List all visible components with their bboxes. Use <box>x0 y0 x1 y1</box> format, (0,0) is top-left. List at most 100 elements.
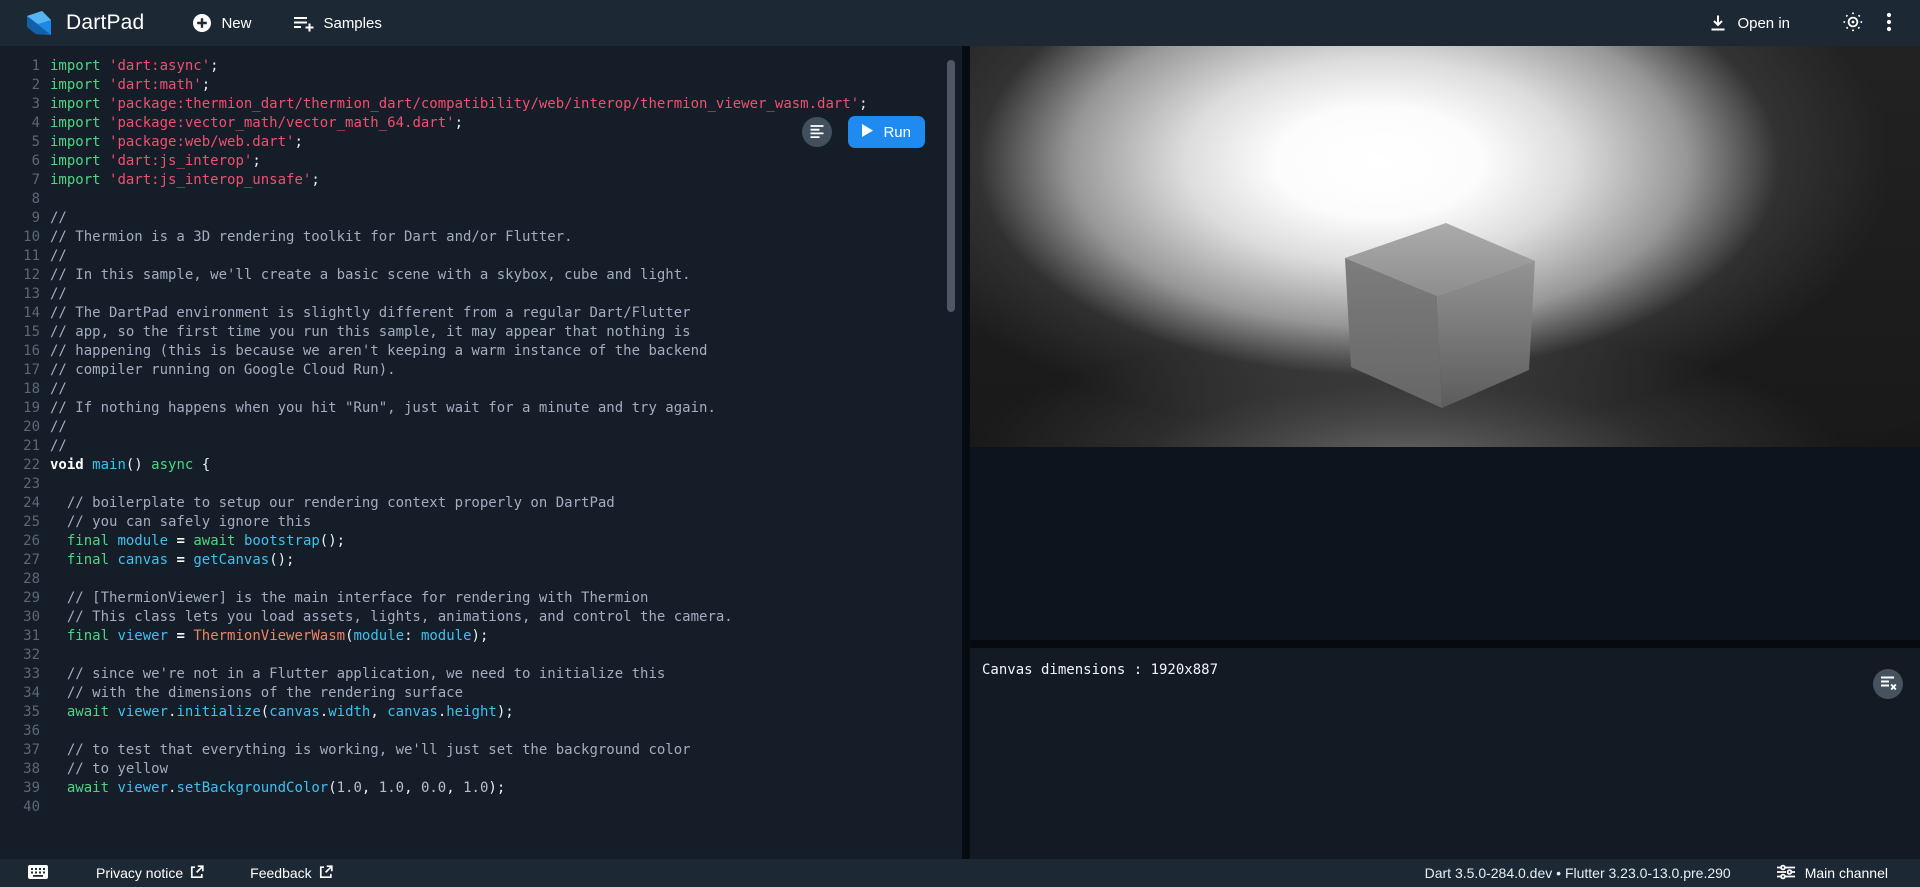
line-number: 28 <box>0 570 50 589</box>
main-area: 1import 'dart:async';2import 'dart:math'… <box>0 46 1920 859</box>
format-button[interactable] <box>802 117 832 147</box>
line-number: 2 <box>0 76 50 95</box>
code-line[interactable]: 2import 'dart:math'; <box>0 76 962 95</box>
app-title: DartPad <box>66 11 144 35</box>
console-panel[interactable]: Canvas dimensions : 1920x887 <box>970 648 1920 859</box>
code-line[interactable]: 11// <box>0 247 962 266</box>
new-button-label: New <box>221 15 251 32</box>
channel-label: Main channel <box>1805 865 1888 881</box>
keyboard-shortcuts-button[interactable] <box>28 865 48 882</box>
code-lines: 1import 'dart:async';2import 'dart:math'… <box>0 46 962 817</box>
code-line[interactable]: 28 <box>0 570 962 589</box>
code-line[interactable]: 33 // since we're not in a Flutter appli… <box>0 665 962 684</box>
line-number: 10 <box>0 228 50 247</box>
code-line[interactable]: 31 final viewer = ThermionViewerWasm(mod… <box>0 627 962 646</box>
samples-button[interactable]: Samples <box>283 8 391 38</box>
line-number: 8 <box>0 190 50 209</box>
overflow-menu-button[interactable] <box>1880 6 1898 41</box>
line-number: 32 <box>0 646 50 665</box>
line-number: 31 <box>0 627 50 646</box>
line-number: 5 <box>0 133 50 152</box>
line-number: 15 <box>0 323 50 342</box>
code-line[interactable]: 35 await viewer.initialize(canvas.width,… <box>0 703 962 722</box>
code-line[interactable]: 30 // This class lets you load assets, l… <box>0 608 962 627</box>
feedback-link[interactable]: Feedback <box>244 864 338 883</box>
add-circle-icon <box>192 13 212 33</box>
line-number: 20 <box>0 418 50 437</box>
code-line[interactable]: 14// The DartPad environment is slightly… <box>0 304 962 323</box>
code-line[interactable]: 9// <box>0 209 962 228</box>
code-line[interactable]: 36 <box>0 722 962 741</box>
line-number: 3 <box>0 95 50 114</box>
code-line[interactable]: 22void main() async { <box>0 456 962 475</box>
code-editor-pane[interactable]: 1import 'dart:async';2import 'dart:math'… <box>0 46 962 859</box>
line-number: 29 <box>0 589 50 608</box>
samples-button-label: Samples <box>323 15 381 32</box>
app-header: DartPad New Samples <box>0 0 1920 46</box>
output-background <box>970 447 1920 640</box>
line-number: 12 <box>0 266 50 285</box>
clear-console-icon <box>1880 675 1897 694</box>
code-line[interactable]: 24 // boilerplate to setup our rendering… <box>0 494 962 513</box>
playlist-add-icon <box>293 14 314 32</box>
new-button[interactable]: New <box>182 7 261 39</box>
line-number: 40 <box>0 798 50 817</box>
code-line[interactable]: 25 // you can safely ignore this <box>0 513 962 532</box>
code-line[interactable]: 18// <box>0 380 962 399</box>
line-number: 39 <box>0 779 50 798</box>
run-button-label: Run <box>883 124 911 141</box>
format-align-icon <box>809 123 825 142</box>
code-line[interactable]: 32 <box>0 646 962 665</box>
vertical-pane-splitter[interactable] <box>962 46 970 859</box>
code-line[interactable]: 19// If nothing happens when you hit "Ru… <box>0 399 962 418</box>
console-splitter[interactable] <box>970 640 1920 648</box>
code-line[interactable]: 13// <box>0 285 962 304</box>
code-line[interactable]: 20// <box>0 418 962 437</box>
tune-sliders-icon <box>1777 864 1795 883</box>
line-number: 17 <box>0 361 50 380</box>
line-number: 4 <box>0 114 50 133</box>
code-line[interactable]: 12// In this sample, we'll create a basi… <box>0 266 962 285</box>
code-line[interactable]: 38 // to yellow <box>0 760 962 779</box>
line-number: 16 <box>0 342 50 361</box>
line-number: 35 <box>0 703 50 722</box>
line-number: 37 <box>0 741 50 760</box>
line-number: 24 <box>0 494 50 513</box>
line-number: 11 <box>0 247 50 266</box>
code-line[interactable]: 27 final canvas = getCanvas(); <box>0 551 962 570</box>
code-line[interactable]: 34 // with the dimensions of the renderi… <box>0 684 962 703</box>
code-line[interactable]: 3import 'package:thermion_dart/thermion_… <box>0 95 962 114</box>
code-line[interactable]: 39 await viewer.setBackgroundColor(1.0, … <box>0 779 962 798</box>
console-output: Canvas dimensions : 1920x887 <box>982 662 1908 678</box>
code-line[interactable]: 1import 'dart:async'; <box>0 57 962 76</box>
privacy-notice-label: Privacy notice <box>96 865 183 881</box>
code-line[interactable]: 40 <box>0 798 962 817</box>
code-line[interactable]: 7import 'dart:js_interop_unsafe'; <box>0 171 962 190</box>
code-line[interactable]: 15// app, so the first time you run this… <box>0 323 962 342</box>
code-line[interactable]: 26 final module = await bootstrap(); <box>0 532 962 551</box>
brightness-sun-icon <box>1842 11 1864 36</box>
line-number: 25 <box>0 513 50 532</box>
privacy-notice-link[interactable]: Privacy notice <box>90 864 210 883</box>
code-line[interactable]: 8 <box>0 190 962 209</box>
open-in-button[interactable]: Open in <box>1698 7 1800 39</box>
code-line[interactable]: 10// Thermion is a 3D rendering toolkit … <box>0 228 962 247</box>
channel-selector-button[interactable]: Main channel <box>1771 863 1894 884</box>
code-line[interactable]: 17// compiler running on Google Cloud Ru… <box>0 361 962 380</box>
clear-console-button[interactable] <box>1873 669 1903 699</box>
editor-scrollbar-thumb[interactable] <box>947 60 955 312</box>
code-line[interactable]: 6import 'dart:js_interop'; <box>0 152 962 171</box>
render-canvas[interactable] <box>970 46 1920 447</box>
brightness-toggle-button[interactable] <box>1836 5 1870 42</box>
line-number: 21 <box>0 437 50 456</box>
line-number: 9 <box>0 209 50 228</box>
code-line[interactable]: 29 // [ThermionViewer] is the main inter… <box>0 589 962 608</box>
line-number: 23 <box>0 475 50 494</box>
code-line[interactable]: 21// <box>0 437 962 456</box>
line-number: 14 <box>0 304 50 323</box>
code-line[interactable]: 37 // to test that everything is working… <box>0 741 962 760</box>
code-line[interactable]: 16// happening (this is because we aren'… <box>0 342 962 361</box>
code-line[interactable]: 23 <box>0 475 962 494</box>
status-bar: Privacy notice Feedback Dart 3.5.0-284.0… <box>0 859 1920 887</box>
run-button[interactable]: Run <box>848 116 925 148</box>
